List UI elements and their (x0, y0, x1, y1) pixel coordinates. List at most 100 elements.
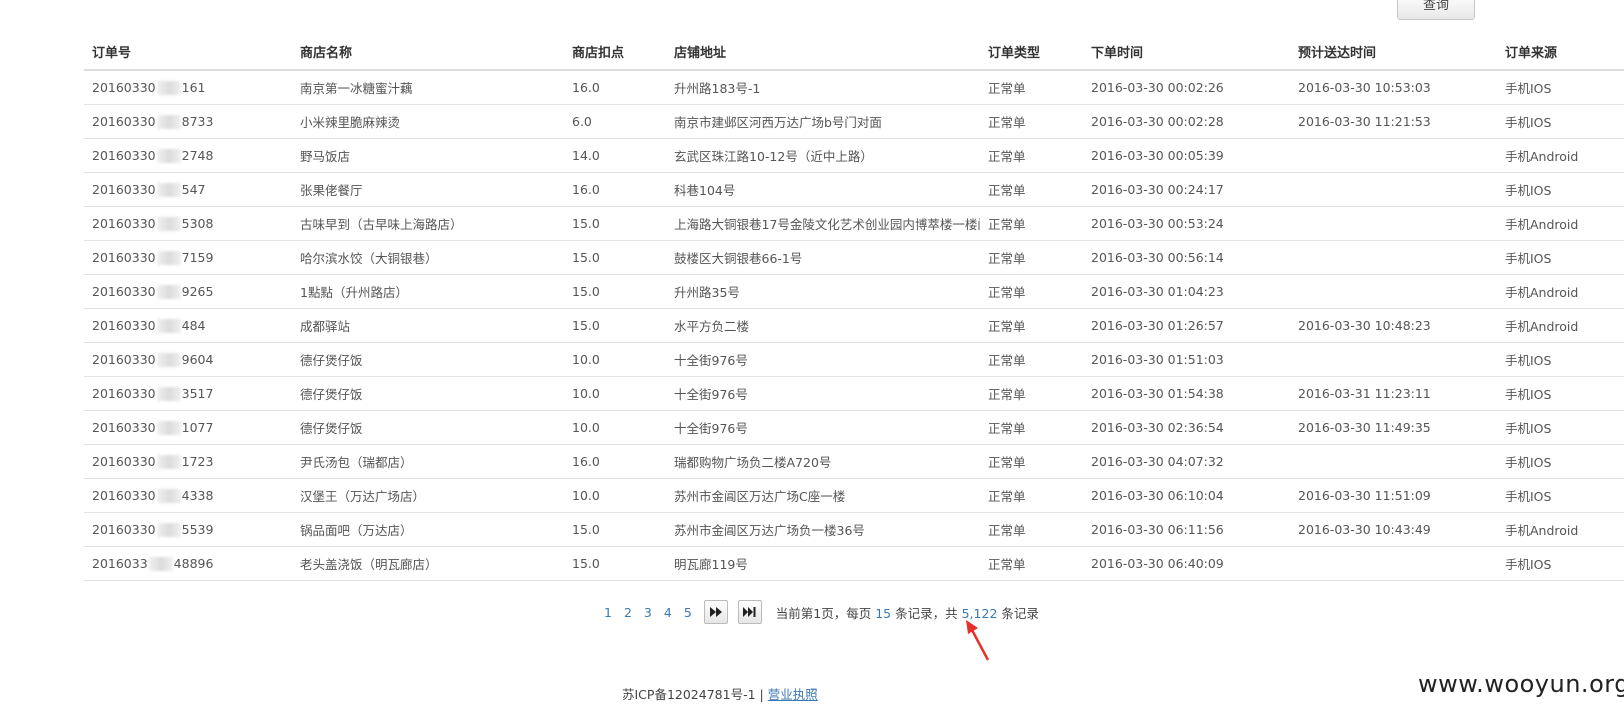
order-source-cell: 手机IOS (1497, 410, 1624, 445)
shop-name-cell: 古味早到（古早味上海路店） (292, 206, 564, 241)
delivery-time-cell (1290, 206, 1497, 241)
header-delivery-time: 预计送达时间 (1290, 34, 1497, 71)
header-order-source: 订单来源 (1497, 34, 1624, 71)
table-row: 20160330 1723 尹氏汤包（瑞都店） 16.0 瑞都购物广场负二楼A720号正… (84, 444, 1624, 479)
order-number-cell: 20160330 484 (84, 308, 292, 343)
shop-address-cell: 科巷104号 (666, 172, 980, 207)
table-row: 20160330 547 张果佬餐厅 16.0 科巷104号 正常单 2016-03-30 … (84, 172, 1624, 207)
order-number-cell: 20160330 547 (84, 172, 292, 207)
page-link-2[interactable]: 2 (624, 605, 632, 620)
order-type-cell: 正常单 (980, 512, 1083, 547)
page: 查询 订单号 商店名称 商店扣点 店铺地址 订单类型 下单时间 预计送达时间 订… (0, 0, 1624, 713)
shop-address-cell: 苏州市金阊区万达广场负一楼36号 (666, 512, 980, 547)
order-type-cell: 正常单 (980, 172, 1083, 207)
redaction-blur (156, 149, 181, 164)
orders-table: 订单号 商店名称 商店扣点 店铺地址 订单类型 下单时间 预计送达时间 订单来源… (84, 34, 1624, 581)
footer: 苏ICP备12024781号-1 | 营业执照 (622, 684, 818, 703)
order-number-cell: 20160330 5539 (84, 512, 292, 547)
shop-name-cell: 德仔煲仔饭 (292, 410, 564, 445)
page-link-4[interactable]: 4 (664, 605, 672, 620)
header-order-type: 订单类型 (980, 34, 1083, 71)
shop-rate-cell: 10.0 (564, 478, 666, 513)
shop-name-cell: 小米辣里脆麻辣烫 (292, 104, 564, 139)
shop-name-cell: 野马饭店 (292, 138, 564, 173)
order-source-cell: 手机IOS (1497, 546, 1624, 581)
redaction-blur (156, 115, 181, 130)
business-license-link[interactable]: 营业执照 (768, 687, 818, 702)
delivery-time-cell (1290, 342, 1497, 377)
order-number-prefix: 20160330 (92, 351, 156, 367)
order-number-suffix: 5308 (181, 215, 214, 231)
delivery-time-cell: 2016-03-30 10:53:03 (1290, 70, 1497, 105)
shop-rate-cell: 15.0 (564, 240, 666, 275)
order-time-cell: 2016-03-30 00:24:17 (1083, 172, 1290, 207)
summary-prefix: 当前第1页，每页 (775, 605, 872, 621)
order-number-cell: 20160330 5308 (84, 206, 292, 241)
page-link-3[interactable]: 3 (644, 605, 652, 620)
order-number-suffix: 1723 (181, 453, 214, 469)
order-source-cell: 手机Android (1497, 308, 1624, 343)
delivery-time-cell (1290, 546, 1497, 581)
red-arrow-annotation (966, 620, 990, 661)
order-number-prefix: 20160330 (92, 79, 156, 95)
delivery-time-cell (1290, 138, 1497, 173)
query-button[interactable]: 查询 (1397, 0, 1475, 20)
table-row: 20160330 7159 哈尔滨水饺（大铜银巷） 15.0 鼓楼区大铜银巷66-1号正… (84, 240, 1624, 275)
table-row: 20160330 2748 野马饭店 14.0 玄武区珠江路10-12号（近中上路） 正常… (84, 138, 1624, 173)
delivery-time-cell: 2016-03-30 10:43:49 (1290, 512, 1497, 547)
redaction-blur (156, 217, 181, 232)
redaction-blur (156, 489, 181, 504)
order-number-suffix: 2748 (181, 147, 214, 163)
redaction-blur (156, 285, 181, 300)
shop-name-cell: 张果佬餐厅 (292, 172, 564, 207)
order-number-suffix: 48896 (173, 555, 214, 571)
table-row: 20160330 484 成都驿站 15.0 水平方负二楼 正常单 2016-03-30 0… (84, 308, 1624, 343)
order-time-cell: 2016-03-30 01:04:23 (1083, 274, 1290, 309)
order-number-cell: 20160330 3517 (84, 376, 292, 411)
order-type-cell: 正常单 (980, 478, 1083, 513)
table-row: 20160330 5539 锅品面吧（万达店） 15.0 苏州市金阊区万达广场负一楼36… (84, 512, 1624, 547)
order-number-suffix: 7159 (181, 249, 214, 265)
order-type-cell: 正常单 (980, 274, 1083, 309)
shop-rate-cell: 10.0 (564, 342, 666, 377)
per-page-count: 15 (875, 605, 892, 621)
redaction-blur (156, 387, 181, 402)
order-number-prefix: 2016033 (92, 555, 148, 571)
order-number-prefix: 20160330 (92, 317, 156, 333)
order-number-suffix: 547 (181, 181, 206, 197)
table-row: 20160330 3517 德仔煲仔饭 10.0 十全街976号 正常单 2016-03-3… (84, 376, 1624, 411)
table-row: 20160330 161 南京第一冰糖蜜汁藕 16.0 升州路183号-1 正常单 2016… (84, 70, 1624, 105)
order-time-cell: 2016-03-30 01:54:38 (1083, 376, 1290, 411)
shop-address-cell: 苏州市金阊区万达广场C座一楼 (666, 478, 980, 513)
redaction-blur (156, 421, 181, 436)
header-shop-name: 商店名称 (292, 34, 564, 71)
shop-rate-cell: 15.0 (564, 308, 666, 343)
delivery-time-cell: 2016-03-31 11:23:11 (1290, 376, 1497, 411)
shop-name-cell: 德仔煲仔饭 (292, 342, 564, 377)
page-link-5[interactable]: 5 (684, 605, 692, 620)
order-time-cell: 2016-03-30 00:02:26 (1083, 70, 1290, 105)
shop-address-cell: 十全街976号 (666, 342, 980, 377)
order-number-prefix: 20160330 (92, 487, 156, 503)
delivery-time-cell: 2016-03-30 10:48:23 (1290, 308, 1497, 343)
shop-name-cell: 汉堡王（万达广场店） (292, 478, 564, 513)
next-page-button[interactable] (703, 600, 728, 624)
page-link-1[interactable]: 1 (604, 605, 612, 620)
table-row: 20160330 1077 德仔煲仔饭 10.0 十全街976号 正常单 2016-03-3… (84, 410, 1624, 445)
shop-rate-cell: 15.0 (564, 206, 666, 241)
order-number-cell: 20160330 1723 (84, 444, 292, 479)
shop-rate-cell: 16.0 (564, 172, 666, 207)
redaction-blur (156, 183, 181, 198)
order-time-cell: 2016-03-30 00:02:28 (1083, 104, 1290, 139)
order-type-cell: 正常单 (980, 308, 1083, 343)
table-row: 20160330 5308 古味早到（古早味上海路店） 15.0 上海路大铜银巷17号金… (84, 206, 1624, 241)
order-number-cell: 20160330 9604 (84, 342, 292, 377)
redaction-blur (156, 319, 181, 334)
shop-rate-cell: 15.0 (564, 512, 666, 547)
order-time-cell: 2016-03-30 00:05:39 (1083, 138, 1290, 173)
order-number-prefix: 20160330 (92, 283, 156, 299)
order-number-cell: 20160330 8733 (84, 104, 292, 139)
shop-name-cell: 锅品面吧（万达店） (292, 512, 564, 547)
order-source-cell: 手机IOS (1497, 342, 1624, 377)
last-page-button[interactable] (737, 600, 762, 624)
